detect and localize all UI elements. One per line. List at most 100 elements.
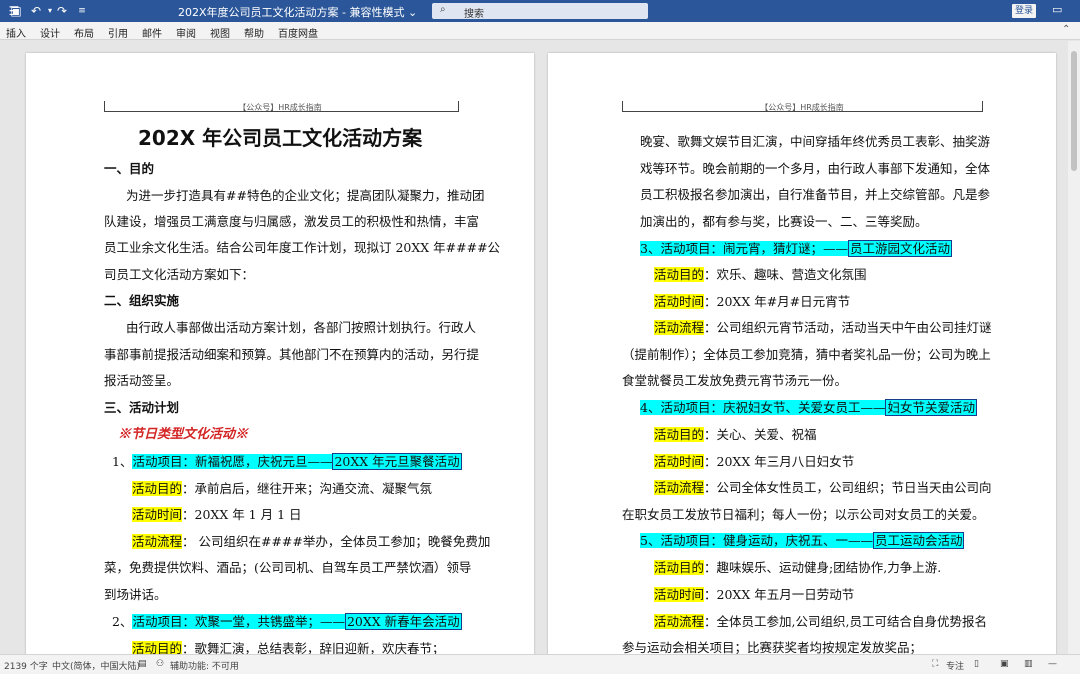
paragraph-line: 到场讲话。 xyxy=(104,587,167,602)
ribbon-display-icon[interactable]: ▭ xyxy=(1052,3,1062,16)
document-area: 【公众号】HR成长指南 202X 年公司员工文化活动方案 一、目的 为进一步打造… xyxy=(0,41,1080,654)
scrollbar-thumb[interactable] xyxy=(1071,51,1077,171)
paragraph-line: 队建设，增强员工满意度与归属感，激发员工的积极性和热情，丰富 xyxy=(104,214,480,229)
activity-process: 活动流程：公司全体女性员工，公司组织；节日当天由公司向 xyxy=(654,480,992,495)
macro-icon[interactable]: ▤ xyxy=(138,659,147,669)
document-title[interactable]: 202X年度公司员工文化活动方案 - 兼容性模式 ⌄ xyxy=(178,4,417,20)
paragraph-line: 司员工文化活动方案如下： xyxy=(104,267,255,282)
document-page-2[interactable]: 【公众号】HR成长指南 晚宴、歌舞文娱节目汇演，中间穿插年终优秀员工表彰、抽奖游… xyxy=(548,53,1056,654)
activity-time: 活动时间：20XX 年 1 月 1 日 xyxy=(132,507,302,522)
header-divider xyxy=(104,111,458,112)
focus-icon[interactable]: ⛶ xyxy=(932,659,938,669)
tab-help[interactable]: 帮助 xyxy=(244,25,264,40)
tab-references[interactable]: 引用 xyxy=(108,25,128,40)
header-divider xyxy=(622,111,982,112)
search-placeholder: 搜索 xyxy=(464,9,484,20)
activity-item-2: 2、活动项目：欢聚一堂，共镌盛举；—— 20XX 新春年会活动 xyxy=(112,609,462,636)
margin-mark xyxy=(458,101,459,112)
activity-time: 活动时间：20XX 年五月一日劳动节 xyxy=(654,587,855,602)
activity-item-1: 1、活动项目：新福祝愿，庆祝元旦—— 20XX 年元旦聚餐活动 xyxy=(112,449,462,476)
highlighted-activity: 活动项目：新福祝愿，庆祝元旦—— xyxy=(132,454,333,469)
vertical-scrollbar[interactable] xyxy=(1068,41,1080,654)
label-highlight: 活动时间 xyxy=(654,587,705,602)
activity-purpose: 活动目的：欢乐、趣味、营造文化氛围 xyxy=(654,267,867,282)
activity-item-3: 3、活动项目：闹元宵，猜灯谜；—— 员工游园文化活动 xyxy=(640,236,952,263)
activity-name: 20XX 年元旦聚餐活动 xyxy=(332,453,462,470)
highlighted-activity: 3、活动项目：闹元宵，猜灯谜；—— xyxy=(640,241,848,256)
activity-process: 活动流程：全体员工参加,公司组织,员工可结合自身优势报名 xyxy=(654,614,987,629)
accessibility-status[interactable]: 辅助功能: 不可用 xyxy=(170,659,239,672)
activity-item-4: 4、活动项目：庆祝妇女节、关爱女员工—— 妇女节关爱活动 xyxy=(640,395,977,422)
tab-insert[interactable]: 插入 xyxy=(6,25,26,40)
label-highlight: 活动目的 xyxy=(654,427,705,442)
tab-mailings[interactable]: 邮件 xyxy=(142,25,162,40)
item-number: 2、 xyxy=(112,614,133,629)
document-heading: 202X 年公司员工文化活动方案 xyxy=(138,126,423,150)
section-heading: 三、活动计划 xyxy=(104,400,180,415)
highlighted-activity: 活动项目：欢聚一堂，共镌盛举；—— xyxy=(132,614,345,629)
label-highlight: 活动流程 xyxy=(654,320,705,335)
paragraph-line: 参与运动会相关项目；比赛获奖者均按规定发放奖品； xyxy=(622,640,923,654)
highlighted-activity: 5、活动项目：健身运动，庆祝五、一—— xyxy=(640,533,873,548)
ribbon-tabs: 插入 设计 布局 引用 邮件 审阅 视图 帮助 百度网盘 ⌃ xyxy=(0,22,1080,40)
paragraph-line: 食堂就餐员工发放免费元宵节汤元一份。 xyxy=(622,373,848,388)
tab-view[interactable]: 视图 xyxy=(210,25,230,40)
paragraph-line: 事部事前提报活动细案和预算。其他部门不在预算内的活动，另行提 xyxy=(104,347,480,362)
activity-name: 员工运动会活动 xyxy=(872,532,965,549)
section-heading: 一、目的 xyxy=(104,161,155,176)
highlighted-activity: 4、活动项目：庆祝妇女节、关爱女员工—— xyxy=(640,400,886,415)
label-highlight: 活动目的 xyxy=(654,267,705,282)
section-heading: 二、组织实施 xyxy=(104,293,180,308)
tab-review[interactable]: 审阅 xyxy=(176,25,196,40)
tab-layout[interactable]: 布局 xyxy=(74,25,94,40)
search-icon: ⌕ xyxy=(440,4,446,15)
paragraph-line: 戏等环节。晚会前期的一个多月，由行政人事部下发通知，全体 xyxy=(640,161,991,176)
zoom-out-icon[interactable]: — xyxy=(1048,659,1057,669)
label-highlight: 活动流程 xyxy=(132,534,183,549)
activity-purpose: 活动目的：趣味娱乐、运动健身;团结协作,力争上游. xyxy=(654,560,942,575)
paragraph-line: 报活动签呈。 xyxy=(104,373,180,388)
paragraph-line: 在职女员工发放节日福利；每人一份；以示公司对女员工的关爱。 xyxy=(622,507,985,522)
title-bar: ☰ ▣ ↶ ▾ ↷ ≡ 202X年度公司员工文化活动方案 - 兼容性模式 ⌄ ⌕… xyxy=(0,0,1080,22)
web-layout-icon[interactable]: ▥ xyxy=(1024,659,1033,669)
customize-icon[interactable]: ≡ xyxy=(74,3,90,19)
login-button[interactable]: 登录 xyxy=(1012,4,1036,18)
language-indicator[interactable]: 中文(简体，中国大陆) xyxy=(52,659,140,672)
activity-purpose: 活动目的：承前启后，继往开来；沟通交流、凝聚气氛 xyxy=(132,481,433,496)
label-highlight: 活动流程 xyxy=(654,480,705,495)
margin-mark xyxy=(982,101,983,112)
print-layout-icon[interactable]: ▣ xyxy=(1000,659,1009,669)
save-icon[interactable]: ▣ xyxy=(8,3,24,19)
label-highlight: 活动时间 xyxy=(654,454,705,469)
search-box[interactable]: ⌕ 搜索 xyxy=(432,3,648,20)
item-number: 1、 xyxy=(112,454,133,469)
activity-name: 员工游园文化活动 xyxy=(847,240,952,257)
read-mode-icon[interactable]: ▯ xyxy=(974,659,979,669)
paragraph-line: 员工积极报名参加演出，自行准备节目，并上交综管部。凡是参 xyxy=(640,187,991,202)
word-count[interactable]: 2139 个字 xyxy=(4,659,48,672)
focus-mode[interactable]: 专注 xyxy=(946,659,964,672)
activity-process: 活动流程：公司组织元宵节活动，活动当天中午由公司挂灯谜 xyxy=(654,320,992,335)
redo-icon[interactable]: ↷ xyxy=(54,3,70,19)
paragraph-line: 员工业余文化生活。结合公司年度工作计划，现拟订 20XX 年####公 xyxy=(104,240,501,255)
subsection-title: ※节日类型文化活动※ xyxy=(118,427,249,442)
label-highlight: 活动目的 xyxy=(132,641,183,654)
activity-item-5: 5、活动项目：健身运动，庆祝五、一—— 员工运动会活动 xyxy=(640,528,965,555)
paragraph-line: 由行政人事部做出活动方案计划，各部门按照计划执行。行政人 xyxy=(126,320,477,335)
paragraph-line: 加演出的，都有参与奖，比赛设一、二、三等奖励。 xyxy=(640,214,928,229)
paragraph-line: 晚宴、歌舞文娱节目汇演，中间穿插年终优秀员工表彰、抽奖游 xyxy=(640,134,991,149)
label-highlight: 活动时间 xyxy=(132,507,183,522)
activity-time: 活动时间：20XX 年#月#日元宵节 xyxy=(654,294,851,309)
activity-purpose: 活动目的：关心、关爱、祝福 xyxy=(654,427,817,442)
document-page-1[interactable]: 【公众号】HR成长指南 202X 年公司员工文化活动方案 一、目的 为进一步打造… xyxy=(26,53,534,654)
paragraph-line: （提前制作）；全体员工参加竞猜，猜中者奖礼品一份；公司为晚上 xyxy=(622,347,991,362)
margin-mark xyxy=(104,101,105,112)
tab-design[interactable]: 设计 xyxy=(40,25,60,40)
paragraph-line: 为进一步打造具有##特色的企业文化；提高团队凝聚力，推动团 xyxy=(126,188,485,203)
activity-process: 活动流程： 公司组织在####举办，全体员工参加；晚餐免费加 xyxy=(132,534,491,549)
activity-purpose: 活动目的：歌舞汇演，总结表彰，辞旧迎新，欢庆春节； xyxy=(132,641,445,654)
tab-baidu-netdisk[interactable]: 百度网盘 xyxy=(278,25,318,40)
label-highlight: 活动流程 xyxy=(654,614,705,629)
collapse-ribbon-icon[interactable]: ⌃ xyxy=(1062,24,1070,35)
label-highlight: 活动时间 xyxy=(654,294,705,309)
